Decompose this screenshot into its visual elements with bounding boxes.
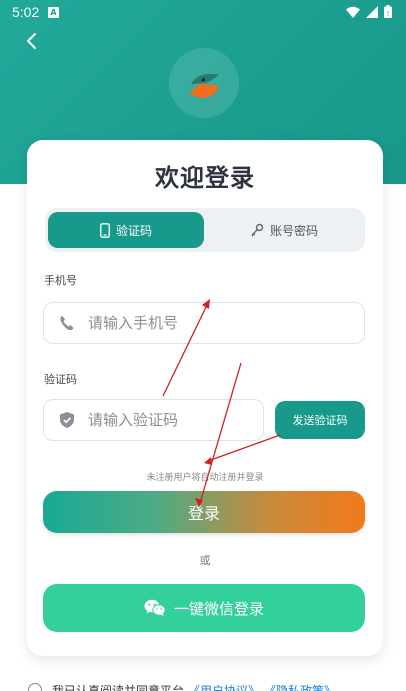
- or-divider: 或: [199, 554, 211, 567]
- send-code-button[interactable]: 发送验证码: [275, 401, 365, 439]
- code-input[interactable]: [88, 400, 258, 440]
- wechat-icon: [144, 599, 166, 616]
- phone-label: 手机号: [44, 274, 77, 287]
- phone-input[interactable]: [88, 303, 358, 343]
- wechat-login-button[interactable]: 一键微信登录: [43, 584, 365, 632]
- status-icons: !: [346, 5, 392, 18]
- status-time: 5:02: [12, 4, 40, 20]
- key-icon: [251, 223, 264, 237]
- signal-icon: [366, 5, 378, 18]
- phone-field: [43, 302, 365, 344]
- user-agreement-link[interactable]: 《用户协议》: [188, 682, 260, 691]
- tab-label: 验证码: [115, 223, 152, 238]
- back-button[interactable]: [22, 30, 44, 52]
- battery-icon: !: [384, 5, 392, 18]
- phone-icon: [100, 222, 110, 238]
- code-field: [43, 399, 264, 441]
- tab-account-password[interactable]: 账号密码: [206, 212, 362, 248]
- code-label: 验证码: [44, 373, 77, 386]
- page-title: 欢迎登录: [155, 164, 255, 192]
- wechat-login-label: 一键微信登录: [173, 599, 264, 618]
- chevron-left-icon: [27, 33, 36, 49]
- agreement-text: 我已认真阅读并同意平台: [52, 683, 185, 691]
- login-button[interactable]: 登录: [43, 491, 365, 533]
- phone-call-icon: [60, 316, 74, 331]
- auto-register-hint: 未注册用户将自动注册并登录: [146, 473, 264, 483]
- agreement-checkbox[interactable]: [28, 683, 42, 691]
- shield-icon: [60, 412, 74, 428]
- status-bar: 5:02 A !: [0, 0, 406, 26]
- privacy-policy-link[interactable]: 《隐私政策》: [264, 682, 336, 691]
- wifi-icon: [346, 6, 360, 18]
- notification-icon: A: [48, 7, 59, 18]
- agreement-row: 我已认真阅读并同意平台 《用户协议》 《隐私政策》: [28, 680, 336, 691]
- tab-verification-code[interactable]: 验证码: [48, 212, 204, 248]
- app-logo: [169, 48, 239, 118]
- login-card: 欢迎登录 验证码 账号密码 手机号 验证码 发送验证: [27, 140, 383, 656]
- svg-text:!: !: [387, 10, 390, 18]
- tab-label: 账号密码: [269, 223, 318, 238]
- login-mode-tabs: 验证码 账号密码: [45, 208, 365, 252]
- logo-icon: [189, 74, 219, 98]
